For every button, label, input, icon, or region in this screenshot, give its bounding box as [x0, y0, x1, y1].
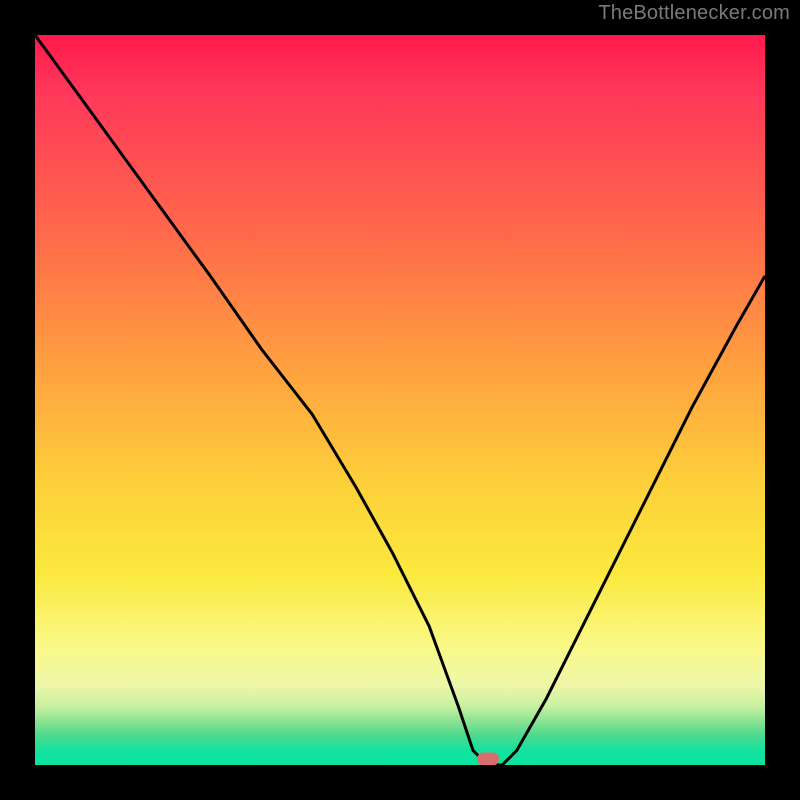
attribution-label: TheBottlenecker.com: [598, 2, 790, 25]
plot-area: [35, 35, 765, 765]
bottleneck-curve: [35, 35, 765, 765]
optimum-marker: [477, 753, 499, 766]
curve-path: [35, 35, 765, 765]
chart-container: TheBottlenecker.com: [0, 0, 800, 800]
